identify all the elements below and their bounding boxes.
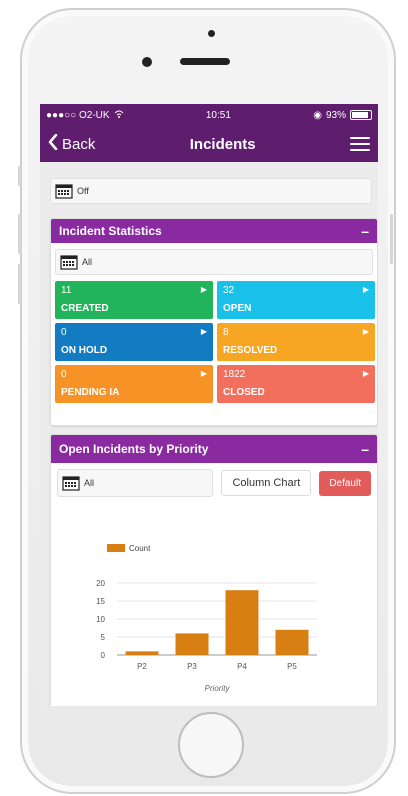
caret-right-icon: ▶: [200, 369, 207, 378]
calendar-icon: [55, 183, 73, 199]
chevron-left-icon: [48, 133, 58, 154]
caret-right-icon: ▶: [362, 285, 369, 294]
battery-percent: 93%: [325, 109, 346, 121]
tile-count: 1822: [223, 369, 246, 380]
tile-count: 0: [61, 369, 67, 380]
open-incidents-priority-header[interactable]: Open Incidents by Priority –: [51, 435, 377, 463]
tile-created[interactable]: 11 ▶ CREATED: [55, 281, 213, 319]
open-incidents-priority-title: Open Incidents by Priority: [59, 442, 209, 456]
legend-swatch: [107, 544, 125, 552]
caret-right-icon: ▶: [362, 327, 369, 336]
tile-label: ON HOLD: [61, 345, 108, 356]
back-button[interactable]: Back: [48, 133, 96, 154]
y-tick-label: 5: [101, 633, 106, 642]
status-bar: ●●●○○ O2-UK 10:51 ◉ 93%: [40, 104, 378, 126]
x-tick-label: P4: [237, 662, 247, 671]
tile-open[interactable]: 32 ▶ OPEN: [217, 281, 375, 319]
y-tick-label: 20: [96, 579, 105, 588]
battery-icon: [349, 110, 372, 120]
x-tick-label: P3: [187, 662, 197, 671]
incident-statistics-header[interactable]: Incident Statistics –: [51, 219, 377, 243]
chart-type-select[interactable]: Column Chart: [221, 470, 312, 496]
y-tick-label: 15: [96, 597, 105, 606]
caret-right-icon: ▶: [200, 285, 207, 294]
priority-date-filter[interactable]: All: [57, 469, 214, 497]
default-button[interactable]: Default: [319, 470, 371, 496]
power-button: [390, 214, 393, 264]
nav-bar: Back Incidents: [40, 126, 378, 162]
priority-column-chart: Count 0 5 10 15 20 P2 P3 P4 P5 Priority: [96, 544, 317, 693]
bar: [125, 651, 159, 655]
page-title: Incidents: [189, 135, 256, 153]
wifi-icon: [114, 110, 124, 121]
home-button[interactable]: [178, 712, 244, 778]
x-tick-label: P5: [287, 662, 297, 671]
tile-count: 11: [61, 285, 72, 296]
collapse-icon[interactable]: –: [361, 224, 369, 238]
date-filter-value: Off: [77, 186, 89, 196]
calendar-icon: [60, 254, 78, 270]
tile-label: OPEN: [223, 303, 252, 314]
bar: [175, 633, 209, 655]
hamburger-menu-icon[interactable]: [350, 137, 370, 151]
carrier-label: ●●●○○ O2-UK: [46, 109, 110, 121]
chart-controls: All Column Chart Default: [51, 463, 377, 503]
earpiece-speaker: [180, 58, 230, 65]
tile-count: 32: [223, 285, 235, 296]
priority-filter-value: All: [84, 478, 95, 488]
caret-right-icon: ▶: [362, 369, 369, 378]
open-incidents-priority-card: Open Incidents by Priority – All Column …: [50, 434, 378, 706]
y-tick-label: 0: [101, 651, 106, 660]
stats-filter-value: All: [82, 257, 93, 267]
tile-count: 0: [61, 327, 67, 338]
back-label: Back: [62, 135, 96, 153]
mute-switch: [18, 166, 21, 186]
volume-up-button: [18, 214, 21, 254]
tile-label: CREATED: [61, 303, 109, 314]
collapse-icon[interactable]: –: [361, 442, 369, 456]
calendar-icon: [62, 475, 80, 491]
tile-count: 8: [223, 327, 229, 338]
top-sensor-dot: [208, 30, 215, 37]
x-axis-title: Priority: [205, 684, 231, 693]
front-camera: [142, 57, 152, 67]
incident-statistics-title: Incident Statistics: [59, 224, 162, 238]
tile-resolved[interactable]: 8 ▶ RESOLVED: [217, 323, 375, 361]
status-time: 10:51: [205, 109, 231, 121]
legend-label: Count: [129, 544, 151, 553]
orientation-lock-icon: ◉: [313, 109, 322, 121]
stat-tiles: 11 ▶ CREATED 32 ▶ OPEN 0 ▶ ON HOLD 8 ▶ R…: [51, 281, 377, 407]
x-tick-label: P2: [137, 662, 147, 671]
stats-date-filter[interactable]: All: [55, 249, 373, 275]
tile-label: PENDING IA: [61, 387, 120, 398]
tile-label: CLOSED: [223, 387, 265, 398]
volume-down-button: [18, 264, 21, 304]
tile-closed[interactable]: 1822 ▶ CLOSED: [217, 365, 375, 403]
incident-statistics-card: Incident Statistics – All 11 ▶ CREATED 3…: [50, 218, 378, 426]
tile-on-hold[interactable]: 0 ▶ ON HOLD: [55, 323, 213, 361]
bar: [275, 629, 309, 655]
tile-pending-ia[interactable]: 0 ▶ PENDING IA: [55, 365, 213, 403]
bar: [225, 590, 259, 655]
y-tick-label: 10: [96, 615, 105, 624]
tile-label: RESOLVED: [223, 345, 278, 356]
caret-right-icon: ▶: [200, 327, 207, 336]
app-screen: ●●●○○ O2-UK 10:51 ◉ 93% Back Incidents O…: [40, 104, 378, 706]
date-filter-top[interactable]: Off: [50, 178, 372, 204]
